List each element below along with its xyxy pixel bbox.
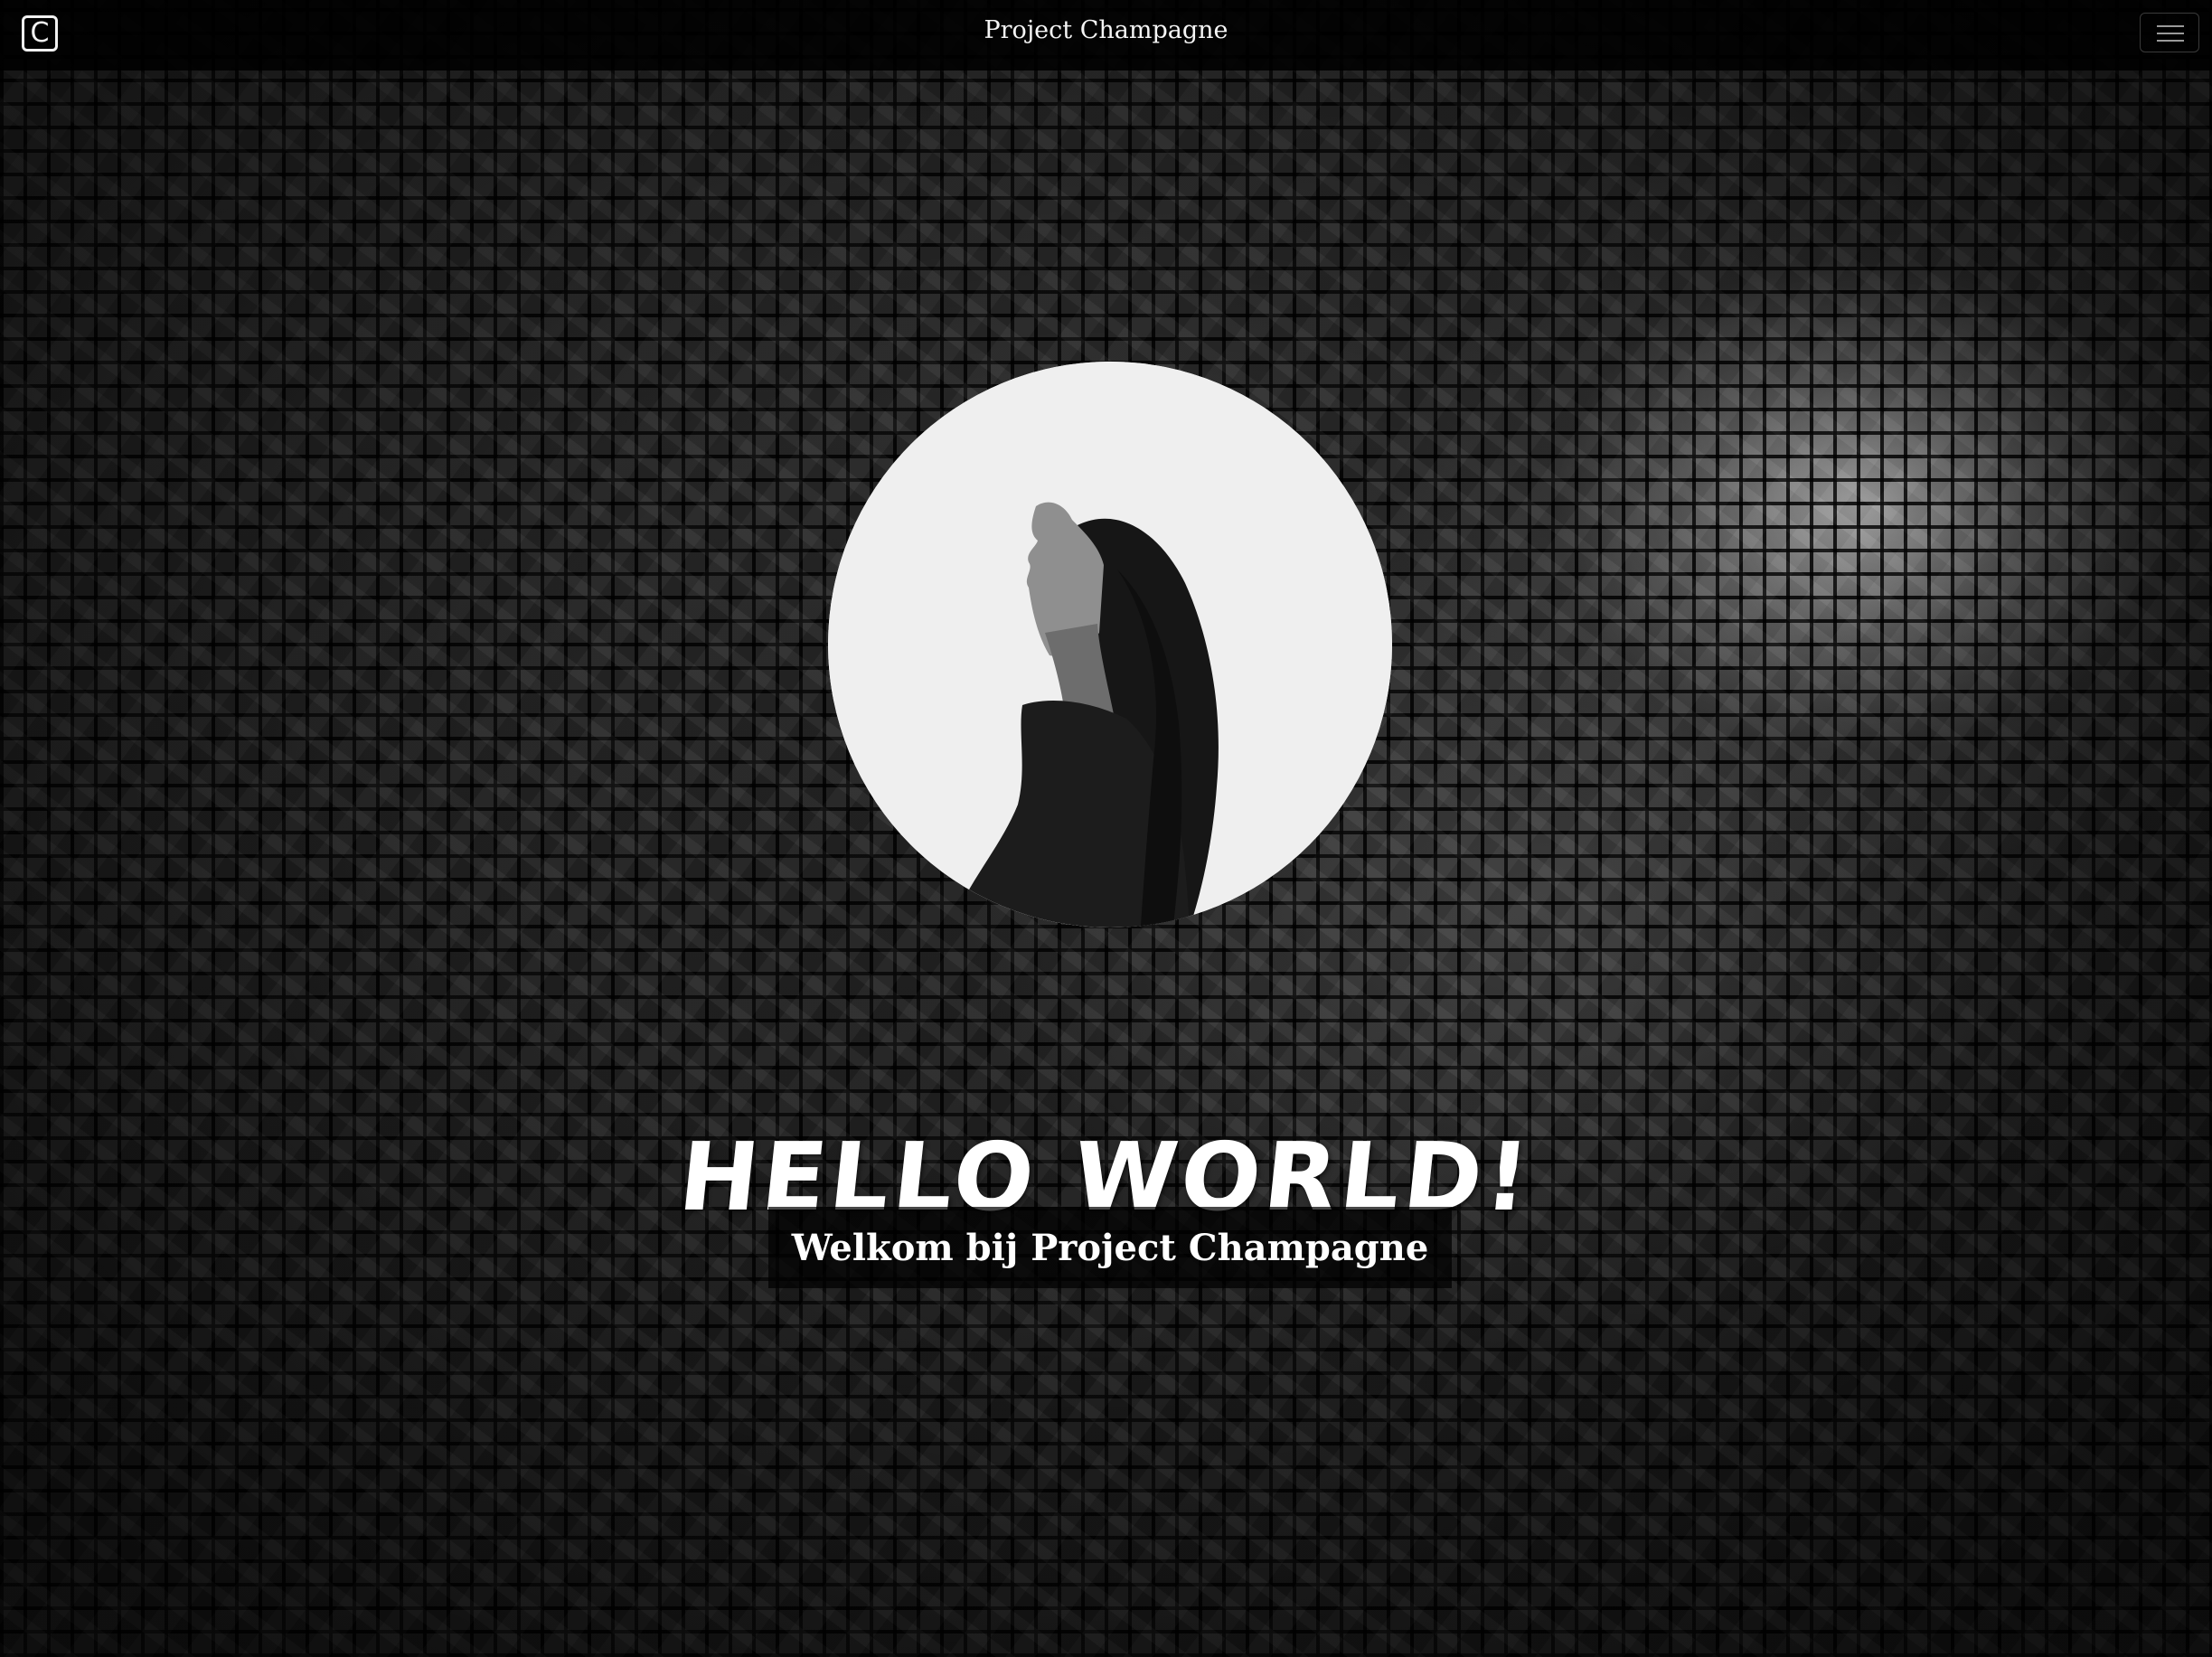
welcome-banner: Welkom bij Project Champagne	[768, 1207, 1452, 1288]
site-title: Project Champagne	[984, 16, 1228, 44]
navbar: C Project Champagne	[0, 0, 2212, 71]
hamburger-menu-button[interactable]	[2140, 13, 2199, 52]
page: C Project Champagne HELLO WORLD! Welkom …	[0, 0, 2212, 1657]
welcome-text: Welkom bij Project Champagne	[791, 1226, 1429, 1269]
portrait-illustration	[828, 362, 1392, 927]
profile-portrait-image	[828, 362, 1392, 927]
